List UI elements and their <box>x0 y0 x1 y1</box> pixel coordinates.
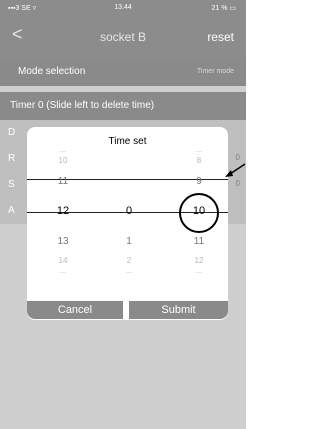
pointer-arrow-icon <box>225 163 246 177</box>
minute-column[interactable]: 0 1 2 ... <box>99 145 159 302</box>
picker-item[interactable]: 1 <box>99 236 159 247</box>
mode-selection-row[interactable]: Mode selection Timer mode <box>0 58 246 86</box>
app-screen: ▪▪▪3 SE ▿ 13.44 21 % ▭ < socket B reset … <box>0 0 246 429</box>
status-bar: ▪▪▪3 SE ▿ 13.44 21 % ▭ <box>0 0 246 16</box>
reset-button[interactable]: reset <box>207 30 234 44</box>
picker-item[interactable]: ... <box>169 266 229 275</box>
row-value: 0 <box>235 153 240 162</box>
picker-item[interactable]: 11 <box>33 176 93 187</box>
picker-item[interactable]: 2 <box>99 256 159 265</box>
highlight-circle <box>179 193 219 233</box>
row-label: A <box>8 205 15 216</box>
picker-item[interactable]: ... <box>33 145 93 154</box>
row-label: R <box>8 153 16 164</box>
mode-selection-label: Mode selection <box>18 66 86 77</box>
picker-item[interactable]: 12 <box>169 256 229 265</box>
row-label: S <box>8 179 15 190</box>
picker-item[interactable]: ... <box>33 266 93 275</box>
picker-item[interactable]: 10 <box>33 156 93 165</box>
picker-selected[interactable]: 0 <box>99 205 159 217</box>
submit-button[interactable]: Submit <box>129 301 228 319</box>
picker-item[interactable]: ... <box>99 266 159 275</box>
timer-header[interactable]: Timer 0 (Slide left to delete time) <box>0 92 246 120</box>
status-time: 13.44 <box>114 4 132 11</box>
time-picker[interactable]: ... 10 11 12 13 14 ... 0 1 2 ... ... 8 9… <box>27 145 228 302</box>
hour-column[interactable]: ... 10 11 12 13 14 ... <box>33 145 93 302</box>
cancel-button[interactable]: Cancel <box>27 301 123 319</box>
timer-header-label: Timer 0 (Slide left to delete time) <box>10 100 155 111</box>
picker-item[interactable]: 13 <box>33 236 93 247</box>
picker-item[interactable]: 14 <box>33 256 93 265</box>
picker-item[interactable]: 11 <box>169 236 229 247</box>
picker-selected[interactable]: 12 <box>33 205 93 217</box>
row-label: D <box>8 127 16 138</box>
picker-item[interactable]: ... <box>169 145 229 154</box>
battery-indicator: 21 % ▭ <box>211 5 236 12</box>
mode-selection-value: Timer mode <box>196 68 234 75</box>
nav-bar: < socket B reset <box>0 16 246 58</box>
